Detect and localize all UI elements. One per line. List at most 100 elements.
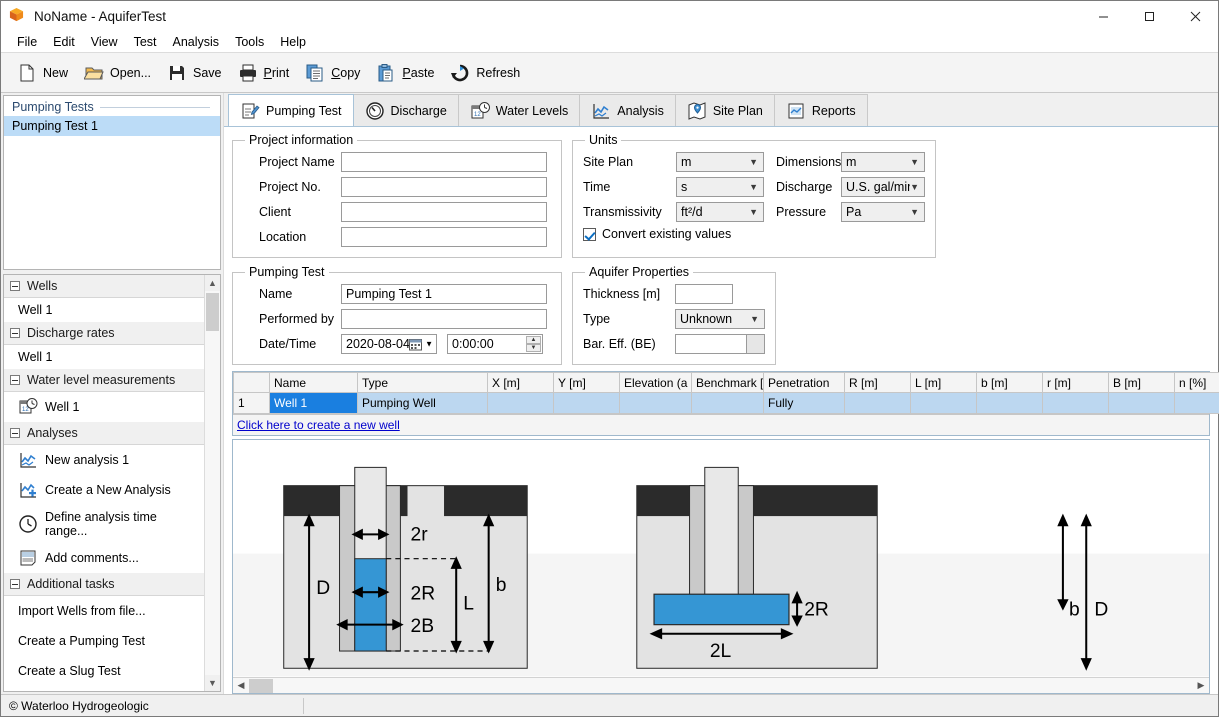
time-spinner[interactable]: 0:00:00 ▲ ▼ [447, 334, 543, 354]
nav-group-analyses[interactable]: Analyses [4, 422, 204, 445]
wells-col-type[interactable]: Type [358, 373, 488, 393]
scrollbar-track[interactable] [205, 291, 220, 675]
project-name-input[interactable] [341, 152, 547, 172]
sidebar-vertical-scrollbar[interactable]: ▲ ▼ [204, 275, 220, 691]
well-row-L[interactable] [911, 393, 977, 414]
nav-item-add-comments[interactable]: Add comments... [4, 543, 204, 573]
scroll-right-icon[interactable]: ▶ [1193, 680, 1209, 691]
performed-by-input[interactable] [341, 309, 547, 329]
tab-site-plan[interactable]: Site Plan [675, 94, 775, 126]
nav-item-import-wells-from-file[interactable]: Import Wells from file... [4, 596, 204, 626]
scroll-left-icon[interactable]: ◀ [233, 680, 249, 691]
menu-file[interactable]: File [9, 33, 45, 51]
toolbar-save-button[interactable]: Save [161, 58, 232, 88]
well-row-y[interactable] [554, 393, 620, 414]
collapse-icon[interactable] [10, 375, 20, 385]
spinner-arrows[interactable]: ▲ ▼ [526, 336, 541, 352]
nav-group-additional-tasks[interactable]: Additional tasks [4, 573, 204, 596]
wells-col-name[interactable]: Name [270, 373, 358, 393]
nav-item-well-1[interactable]: Well 1 [4, 298, 204, 322]
calendar-icon[interactable] [409, 338, 422, 354]
well-row-benchmark[interactable] [692, 393, 764, 414]
thickness-input[interactable] [675, 284, 733, 304]
tab-reports[interactable]: Reports [774, 94, 868, 126]
pumping-test-list-item[interactable]: Pumping Test 1 [4, 116, 220, 136]
tab-pumping-test[interactable]: Pumping Test [228, 94, 354, 126]
time-unit-select[interactable]: s ▼ [676, 177, 764, 197]
spinner-up-icon[interactable]: ▲ [526, 336, 541, 344]
well-row-R[interactable] [845, 393, 911, 414]
transmissivity-unit-select[interactable]: ft²/d ▼ [676, 202, 764, 222]
well-row-r[interactable] [1043, 393, 1109, 414]
collapse-icon[interactable] [10, 579, 20, 589]
checkbox-box[interactable] [583, 228, 596, 241]
diagram-horizontal-scrollbar[interactable]: ◀ ▶ [233, 677, 1209, 693]
menu-edit[interactable]: Edit [45, 33, 83, 51]
convert-existing-values-checkbox[interactable]: Convert existing values [583, 227, 925, 241]
nav-group-discharge-rates[interactable]: Discharge rates [4, 322, 204, 345]
nav-item-create-new-analysis[interactable]: Create a New Analysis [4, 475, 204, 505]
nav-item-new-analysis-1[interactable]: New analysis 1 [4, 445, 204, 475]
wells-col-benchmark[interactable]: Benchmark [ [692, 373, 764, 393]
well-row-b[interactable] [977, 393, 1043, 414]
toolbar-copy-button[interactable]: Copy [299, 58, 370, 88]
toolbar-new-button[interactable]: New [11, 58, 78, 88]
chevron-down-icon[interactable]: ▼ [425, 340, 433, 349]
close-button[interactable] [1172, 1, 1218, 31]
nav-group-wells[interactable]: Wells [4, 275, 204, 298]
collapse-icon[interactable] [10, 328, 20, 338]
well-row-penetration[interactable]: Fully [764, 393, 845, 414]
tab-analysis[interactable]: Analysis [579, 94, 676, 126]
well-row-elevation[interactable] [620, 393, 692, 414]
wells-col-penetration[interactable]: Penetration [764, 373, 845, 393]
scrollbar-thumb[interactable] [206, 293, 219, 331]
nav-group-water-level-measurements[interactable]: Water level measurements [4, 369, 204, 392]
toolbar-open-button[interactable]: Open... [78, 58, 161, 88]
wells-col-R[interactable]: R [m] [845, 373, 911, 393]
tab-water-levels[interactable]: 12 Water Levels [458, 94, 580, 126]
wells-col-L[interactable]: L [m] [911, 373, 977, 393]
toolbar-paste-button[interactable]: Paste [370, 58, 444, 88]
wells-col-elevation[interactable]: Elevation (a [620, 373, 692, 393]
wells-col-b[interactable]: b [m] [977, 373, 1043, 393]
date-picker[interactable]: 2020-08-04 ▼ [341, 334, 437, 354]
discharge-unit-select[interactable]: U.S. gal/min ▼ [841, 177, 925, 197]
table-row[interactable]: 1 Well 1 Pumping Well Fully [234, 393, 1219, 414]
menu-view[interactable]: View [83, 33, 126, 51]
wells-col-rownum[interactable] [234, 373, 270, 393]
project-no-input[interactable] [341, 177, 547, 197]
site-plan-unit-select[interactable]: m ▼ [676, 152, 764, 172]
collapse-icon[interactable] [10, 281, 20, 291]
well-row-n[interactable] [1175, 393, 1219, 414]
well-row-B[interactable] [1109, 393, 1175, 414]
spinner-down-icon[interactable]: ▼ [526, 344, 541, 352]
wells-col-y[interactable]: Y [m] [554, 373, 620, 393]
nav-item-discharge-well-1[interactable]: Well 1 [4, 345, 204, 369]
be-button[interactable] [746, 335, 764, 353]
wells-col-x[interactable]: X [m] [488, 373, 554, 393]
well-row-type[interactable]: Pumping Well [358, 393, 488, 414]
wells-col-B[interactable]: B [m] [1109, 373, 1175, 393]
client-input[interactable] [341, 202, 547, 222]
wells-col-n[interactable]: n [%] [1175, 373, 1219, 393]
nav-item-create-a-slug-test[interactable]: Create a Slug Test [4, 656, 204, 686]
menu-tools[interactable]: Tools [227, 33, 272, 51]
tab-discharge[interactable]: Discharge [353, 94, 459, 126]
scroll-up-icon[interactable]: ▲ [205, 275, 220, 291]
minimize-button[interactable] [1080, 1, 1126, 31]
diagram-scroll-thumb[interactable] [249, 679, 273, 693]
well-row-name[interactable]: Well 1 [270, 393, 358, 414]
menu-analysis[interactable]: Analysis [165, 33, 228, 51]
pressure-unit-select[interactable]: Pa ▼ [841, 202, 925, 222]
menu-help[interactable]: Help [272, 33, 314, 51]
location-input[interactable] [341, 227, 547, 247]
menu-test[interactable]: Test [126, 33, 165, 51]
well-row-x[interactable] [488, 393, 554, 414]
wells-col-r[interactable]: r [m] [1043, 373, 1109, 393]
toolbar-print-button[interactable]: Print [232, 58, 300, 88]
maximize-button[interactable] [1126, 1, 1172, 31]
dimensions-unit-select[interactable]: m ▼ [841, 152, 925, 172]
nav-item-water-level-well-1[interactable]: 12 Well 1 [4, 392, 204, 422]
nav-item-create-a-pumping-test[interactable]: Create a Pumping Test [4, 626, 204, 656]
aquifer-type-select[interactable]: Unknown ▼ [675, 309, 765, 329]
